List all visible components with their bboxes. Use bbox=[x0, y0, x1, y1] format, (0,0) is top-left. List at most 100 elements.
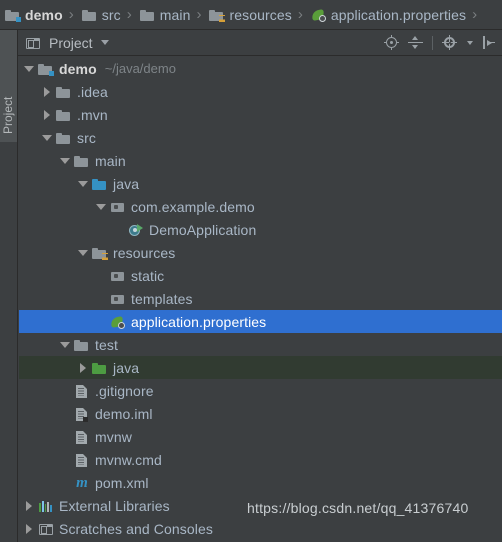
tree-node-label: demo bbox=[59, 60, 97, 77]
tree-node-label: java bbox=[113, 175, 140, 192]
tree-node-templates[interactable]: templates bbox=[19, 287, 502, 310]
tree-node-demo[interactable]: demo ~/java/demo bbox=[19, 57, 502, 80]
breadcrumb-separator: › bbox=[126, 5, 132, 23]
stripe-button-project-label: Project bbox=[1, 96, 15, 134]
tree-node-resources[interactable]: resources bbox=[19, 241, 502, 264]
tree-node-spacer bbox=[60, 408, 71, 419]
spring-boot-class-icon bbox=[128, 222, 144, 238]
breadcrumb-item-application-properties[interactable]: application.properties bbox=[308, 0, 466, 29]
tree-node-label: java bbox=[113, 359, 140, 376]
breadcrumb-item-main[interactable]: main bbox=[137, 0, 191, 29]
tree-node--idea[interactable]: .idea bbox=[19, 80, 502, 103]
tree-node-application-properties[interactable]: application.properties bbox=[19, 310, 502, 333]
folder-icon bbox=[74, 337, 90, 353]
tree-node-label: .gitignore bbox=[95, 382, 154, 399]
locate-target-icon[interactable] bbox=[384, 35, 399, 50]
spring-properties-icon bbox=[311, 7, 327, 23]
breadcrumb-item-resources[interactable]: resources bbox=[206, 0, 292, 29]
tree-expand-arrow-icon[interactable] bbox=[78, 247, 89, 258]
tree-node-spacer bbox=[60, 431, 71, 442]
tree-node--gitignore[interactable]: .gitignore bbox=[19, 379, 502, 402]
tree-node-label: .idea bbox=[77, 83, 108, 100]
project-window-icon bbox=[25, 35, 41, 51]
tree-expand-arrow-icon[interactable] bbox=[60, 155, 71, 166]
tree-node-spacer bbox=[60, 385, 71, 396]
tree-node-label: pom.xml bbox=[95, 474, 149, 491]
hide-panel-icon[interactable] bbox=[482, 35, 497, 50]
breadcrumb-item-label: src bbox=[101, 6, 121, 23]
toolbar-divider bbox=[432, 35, 433, 50]
chevron-down-icon[interactable] bbox=[100, 40, 109, 45]
test-root-folder-icon bbox=[92, 360, 108, 376]
tree-node-mvnw-cmd[interactable]: mvnw.cmd bbox=[19, 448, 502, 471]
tree-node-pom-xml[interactable]: m pom.xml bbox=[19, 471, 502, 494]
resources-folder-icon bbox=[209, 7, 226, 23]
tree-node-scratches-and-consoles[interactable]: Scratches and Consoles bbox=[19, 517, 502, 540]
project-tree[interactable]: demo ~/java/demo .idea .mvn src main java com.e… bbox=[19, 57, 502, 542]
tree-node-main[interactable]: main bbox=[19, 149, 502, 172]
tool-window-title: Project bbox=[49, 34, 93, 51]
tree-expand-arrow-icon[interactable] bbox=[96, 201, 107, 212]
maven-icon: m bbox=[76, 474, 88, 491]
tree-node-demo-iml[interactable]: demo.iml bbox=[19, 402, 502, 425]
tree-expand-arrow-icon[interactable] bbox=[42, 109, 53, 120]
tree-expand-arrow-icon[interactable] bbox=[78, 178, 89, 189]
tree-node-label: resources bbox=[113, 244, 176, 261]
intellij-project-tool-window: demo › src › main › resources › application.prop… bbox=[0, 0, 502, 542]
tree-node-label: application.properties bbox=[131, 313, 267, 330]
tree-node-label: test bbox=[95, 336, 118, 353]
tree-expand-arrow-icon[interactable] bbox=[24, 63, 35, 74]
tool-window-stripe-left: Project bbox=[0, 30, 18, 542]
tree-expand-arrow-icon[interactable] bbox=[24, 523, 35, 534]
module-file-icon bbox=[74, 406, 90, 422]
tree-node-test[interactable]: test bbox=[19, 333, 502, 356]
tree-node-java[interactable]: java bbox=[19, 356, 502, 379]
module-folder-icon bbox=[5, 7, 21, 23]
folder-icon bbox=[56, 130, 72, 146]
gear-dropdown-chevron-icon[interactable] bbox=[467, 40, 473, 45]
tree-node-java[interactable]: java bbox=[19, 172, 502, 195]
tree-expand-arrow-icon[interactable] bbox=[24, 500, 35, 511]
tree-node--mvn[interactable]: .mvn bbox=[19, 103, 502, 126]
tree-node-label: demo.iml bbox=[95, 405, 153, 422]
tree-expand-arrow-icon[interactable] bbox=[42, 86, 53, 97]
package-icon bbox=[110, 199, 126, 215]
tree-node-mvnw[interactable]: mvnw bbox=[19, 425, 502, 448]
tree-node-src[interactable]: src bbox=[19, 126, 502, 149]
tree-expand-arrow-icon[interactable] bbox=[60, 339, 71, 350]
gear-icon[interactable] bbox=[442, 35, 457, 50]
folder-icon bbox=[56, 84, 72, 100]
tree-node-label: static bbox=[131, 267, 165, 284]
breadcrumb-item-label: resources bbox=[229, 6, 292, 23]
tree-expand-arrow-icon[interactable] bbox=[42, 132, 53, 143]
tree-node-static[interactable]: static bbox=[19, 264, 502, 287]
file-icon bbox=[74, 383, 90, 399]
stripe-button-project[interactable]: Project bbox=[0, 30, 17, 142]
tree-node-spacer bbox=[96, 270, 107, 281]
tool-window-actions bbox=[384, 35, 502, 50]
tree-node-com-example-demo[interactable]: com.example.demo bbox=[19, 195, 502, 218]
folder-icon bbox=[139, 7, 156, 23]
tree-node-demoapplication[interactable]: DemoApplication bbox=[19, 218, 502, 241]
tree-node-external-libraries[interactable]: External Libraries bbox=[19, 494, 502, 517]
libraries-icon bbox=[38, 498, 54, 514]
breadcrumb-separator: › bbox=[68, 5, 74, 23]
collapse-all-icon[interactable] bbox=[408, 35, 423, 50]
breadcrumb-item-demo[interactable]: demo bbox=[2, 0, 63, 29]
breadcrumb-item-src[interactable]: src bbox=[79, 0, 121, 29]
folder-icon bbox=[74, 153, 90, 169]
tree-expand-arrow-icon[interactable] bbox=[78, 362, 89, 373]
breadcrumb-separator: › bbox=[472, 5, 478, 23]
tree-node-label: src bbox=[77, 129, 96, 146]
scratches-icon bbox=[38, 521, 54, 537]
